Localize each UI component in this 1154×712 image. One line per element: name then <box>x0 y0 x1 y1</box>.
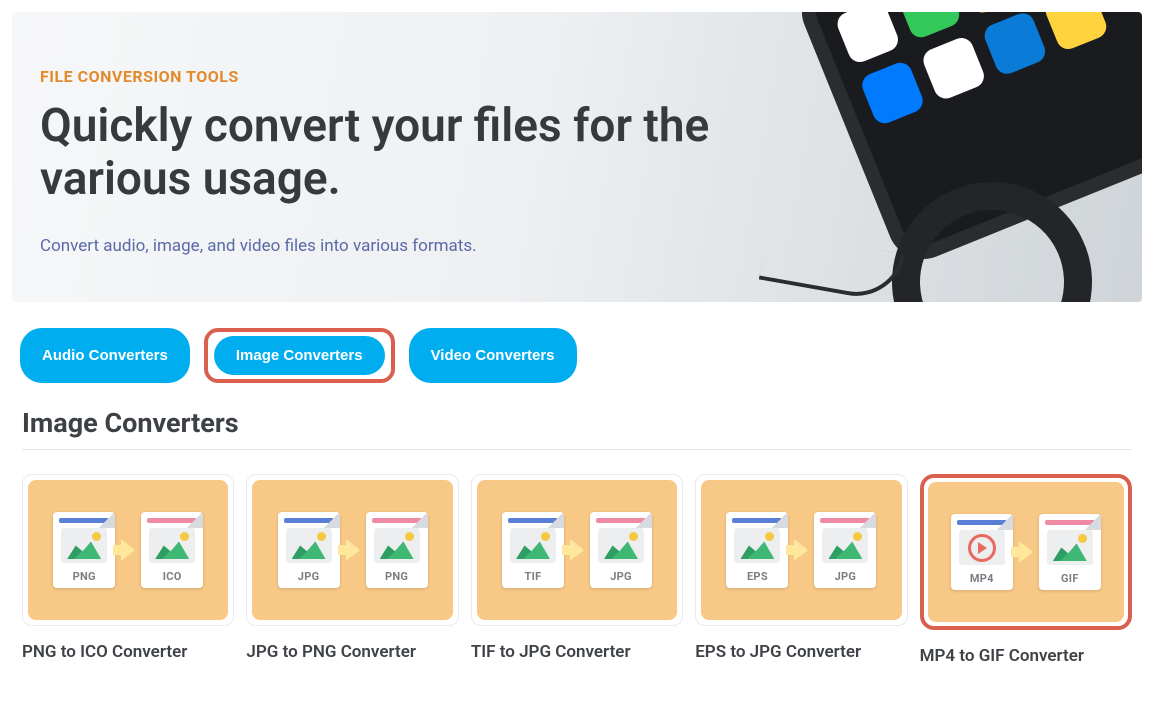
file-icon-to: ICO <box>141 512 203 588</box>
play-icon <box>968 534 996 562</box>
file-icon-from: JPG <box>278 512 340 588</box>
section-divider <box>22 449 1132 450</box>
section-title: Image Converters <box>22 407 1132 439</box>
file-label-to: ICO <box>141 567 203 588</box>
arrow-icon <box>346 539 360 561</box>
tab-audio-converters[interactable]: Audio Converters <box>20 328 190 383</box>
tab-video-converters[interactable]: Video Converters <box>409 328 577 383</box>
file-label-to: GIF <box>1039 569 1101 590</box>
file-icon-to: GIF <box>1039 514 1101 590</box>
converter-card-eps-to-jpg[interactable]: EPS JPG EPS to JPG Converter <box>695 474 907 666</box>
file-label-from: PNG <box>53 567 115 588</box>
highlight-image-converters: Image Converters <box>204 328 395 383</box>
file-icon-from: PNG <box>53 512 115 588</box>
converter-card-png-to-ico[interactable]: PNG ICO PNG to ICO Converter <box>22 474 234 666</box>
file-icon-to: PNG <box>366 512 428 588</box>
file-icon-from: TIF <box>502 512 564 588</box>
file-label-from: JPG <box>278 567 340 588</box>
file-label-to: JPG <box>814 567 876 588</box>
file-icon-to: JPG <box>814 512 876 588</box>
hero-title: Quickly convert your files for the vario… <box>40 100 740 206</box>
converter-title: EPS to JPG Converter <box>695 642 907 662</box>
converter-title: TIF to JPG Converter <box>471 642 683 662</box>
file-label-to: JPG <box>590 567 652 588</box>
arrow-icon <box>570 539 584 561</box>
converter-title: MP4 to GIF Converter <box>920 646 1132 666</box>
section-header: Image Converters <box>0 407 1154 450</box>
converter-title: JPG to PNG Converter <box>246 642 458 662</box>
converter-title: PNG to ICO Converter <box>22 642 234 662</box>
converter-grid: PNG ICO PNG to ICO Converter JPG PNG <box>0 474 1154 686</box>
hero-banner: FILE CONVERSION TOOLS Quickly convert yo… <box>12 12 1142 302</box>
file-icon-to: JPG <box>590 512 652 588</box>
file-label-from: MP4 <box>951 569 1013 590</box>
arrow-icon <box>794 539 808 561</box>
arrow-icon <box>121 539 135 561</box>
file-label-from: TIF <box>502 567 564 588</box>
file-icon-from: EPS <box>726 512 788 588</box>
converter-card-jpg-to-png[interactable]: JPG PNG JPG to PNG Converter <box>246 474 458 666</box>
file-icon-from: MP4 <box>951 514 1013 590</box>
converter-card-tif-to-jpg[interactable]: TIF JPG TIF to JPG Converter <box>471 474 683 666</box>
arrow-icon <box>1019 541 1033 563</box>
converter-card-mp4-to-gif[interactable]: MP4 GIF MP4 to GIF Converter <box>920 474 1132 666</box>
file-label-from: EPS <box>726 567 788 588</box>
tab-image-converters[interactable]: Image Converters <box>214 336 385 375</box>
converter-tabs: Audio Converters Image Converters Video … <box>0 322 1154 407</box>
file-label-to: PNG <box>366 567 428 588</box>
